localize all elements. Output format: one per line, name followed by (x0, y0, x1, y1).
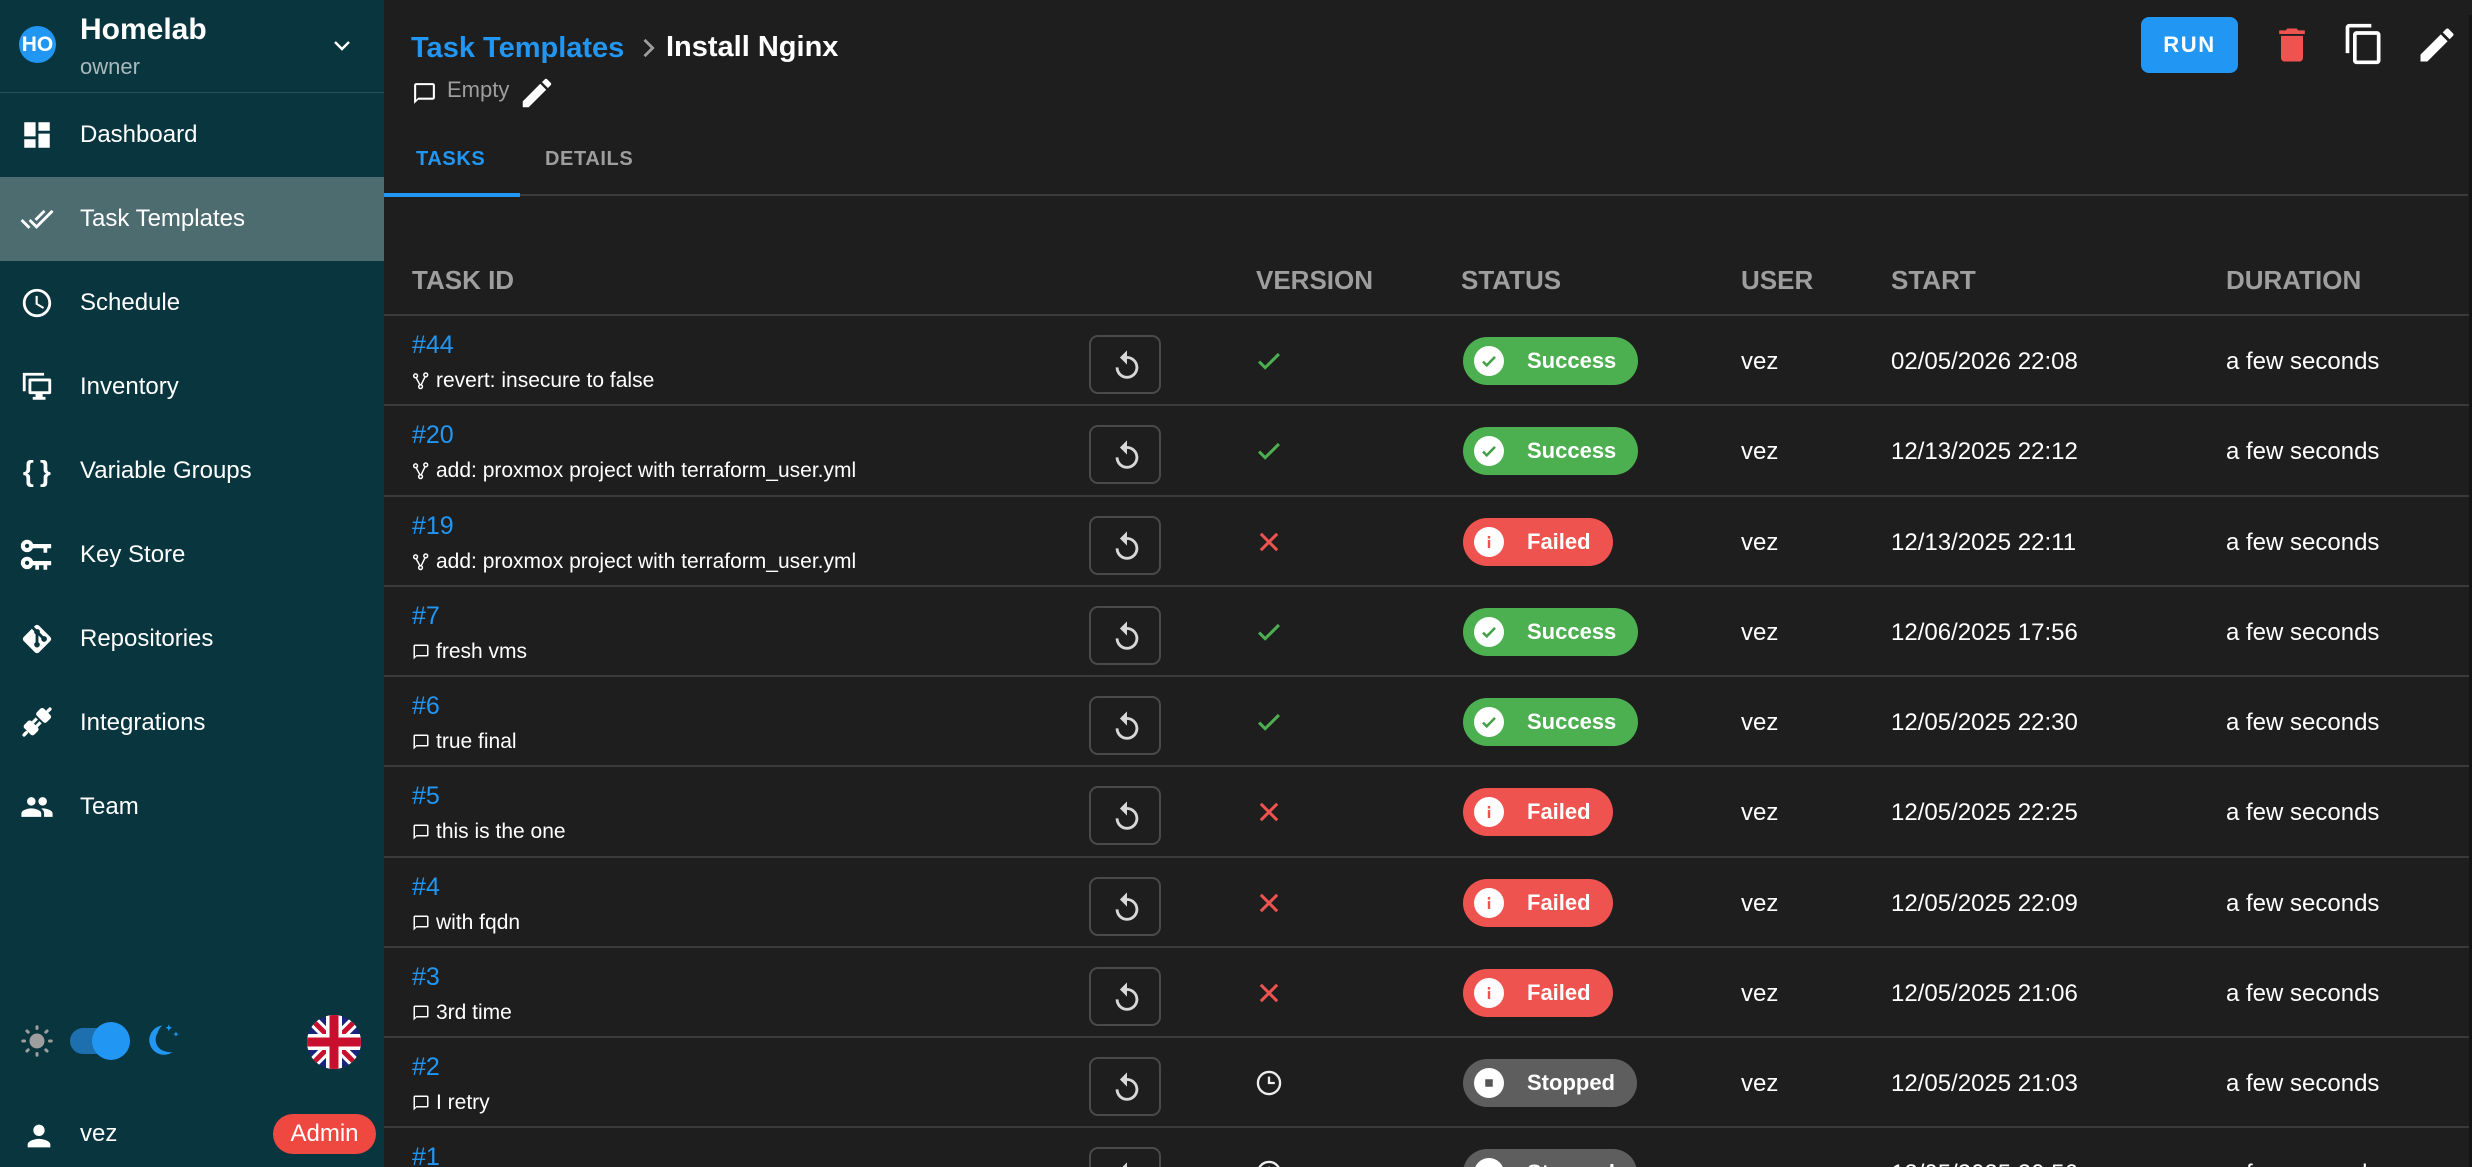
svg-text:{: { (23, 456, 34, 488)
svg-text:}: } (40, 456, 51, 488)
